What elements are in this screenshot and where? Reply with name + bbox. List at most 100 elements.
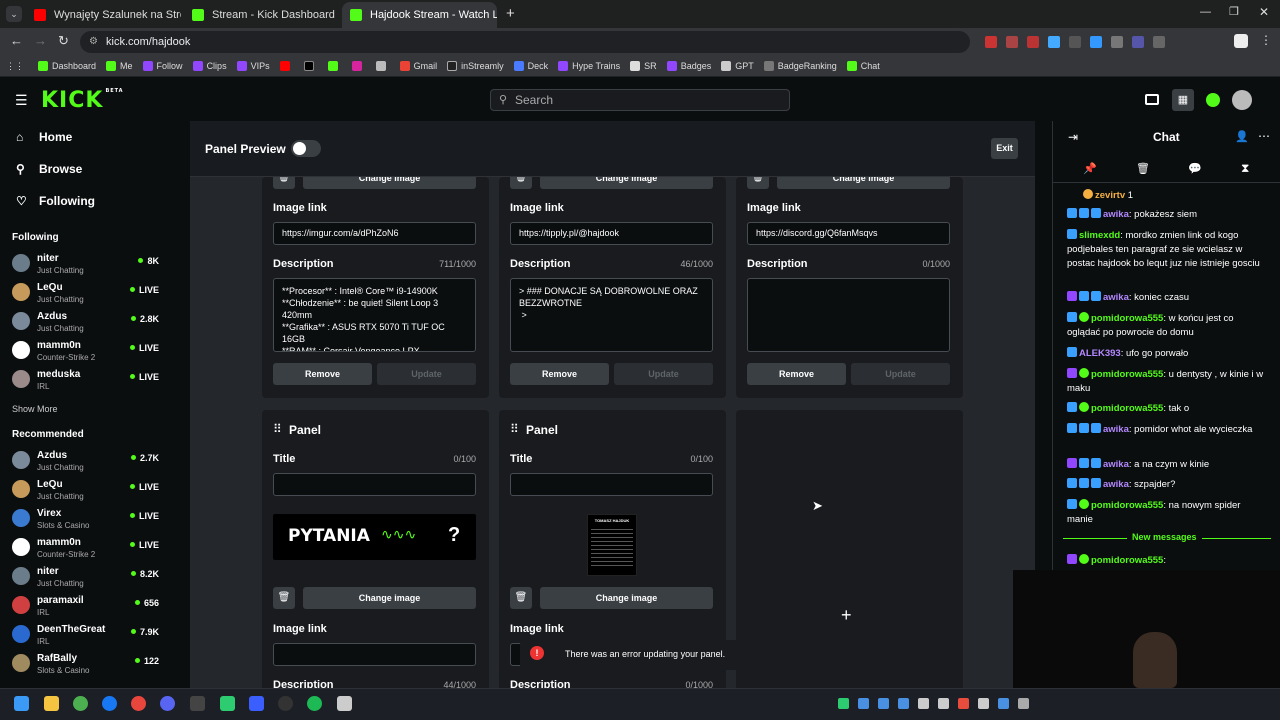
- bookmark-clips[interactable]: Clips: [192, 61, 227, 71]
- bookmark-badgeranking[interactable]: BadgeRanking: [763, 61, 837, 71]
- chrome-icon[interactable]: [131, 696, 146, 711]
- close-window-icon[interactable]: ✕: [1259, 5, 1269, 19]
- minimize-icon[interactable]: —: [1200, 6, 1211, 18]
- bookmark-instreamly[interactable]: inStreamly: [447, 61, 504, 71]
- exit-button[interactable]: Exit: [991, 138, 1018, 159]
- bookmark-hype-trains[interactable]: Hype Trains: [558, 61, 620, 71]
- tab-search-icon[interactable]: ⌄: [6, 6, 22, 22]
- image-link-input[interactable]: [273, 643, 476, 666]
- obs-icon[interactable]: [278, 696, 293, 711]
- search-input[interactable]: ⚲ Search: [490, 89, 790, 111]
- chat-username[interactable]: zevirtv: [1095, 190, 1125, 201]
- sidebar-channel[interactable]: paramaxil IRL 656: [12, 593, 184, 621]
- discord-icon[interactable]: [160, 696, 175, 711]
- delete-image-icon[interactable]: 🗑: [273, 587, 295, 609]
- address-bar[interactable]: ⚙ kick.com/hajdook: [80, 31, 970, 53]
- chat-username[interactable]: pomidorowa555: [1091, 403, 1163, 414]
- chat-username[interactable]: pomidorowa555: [1091, 369, 1163, 380]
- change-image-button[interactable]: Change image: [540, 587, 713, 609]
- title-input[interactable]: [510, 473, 713, 496]
- bookmark-badges[interactable]: Badges: [666, 61, 711, 71]
- sidebar-channel[interactable]: niter Just Chatting 8K: [12, 251, 184, 279]
- image-link-input[interactable]: https://discord.gg/Q6fanMsqvs: [747, 222, 950, 245]
- update-button[interactable]: Update: [851, 363, 950, 385]
- drag-handle-icon[interactable]: ⠿: [273, 422, 282, 436]
- nav-browse[interactable]: ⚲ Browse: [16, 162, 82, 176]
- chat-username[interactable]: awika: [1103, 424, 1129, 435]
- sidebar-channel[interactable]: DeenTheGreat IRL 7.9K: [12, 622, 184, 650]
- bookmark-youtube[interactable]: [279, 61, 294, 71]
- drag-handle-icon[interactable]: ⠿: [510, 422, 519, 436]
- chat-username[interactable]: pomidorowa555: [1091, 313, 1163, 324]
- remove-button[interactable]: Remove: [273, 363, 372, 385]
- bookmark-kick[interactable]: [327, 61, 342, 71]
- sidebar-channel[interactable]: Azdus Just Chatting 2.8K: [12, 309, 184, 337]
- remove-button[interactable]: Remove: [747, 363, 846, 385]
- description-textarea[interactable]: **Procesor** : Intel® Core™ i9-14900K **…: [273, 278, 476, 352]
- bookmark-gmail[interactable]: Gmail: [399, 61, 437, 71]
- stream-manager-icon[interactable]: [1145, 94, 1159, 105]
- chat-username[interactable]: pomidorowa555: [1091, 555, 1163, 566]
- browser-tab-dashboard[interactable]: Stream - Kick Dashboard ✕: [184, 2, 339, 28]
- add-panel-card[interactable]: +: [736, 410, 963, 700]
- browser-tab-stream[interactable]: Hajdook Stream - Watch Live o ✕: [342, 2, 497, 28]
- chat-username[interactable]: pomidorowa555: [1091, 500, 1163, 511]
- app-icon[interactable]: [249, 696, 264, 711]
- bookmark-follow[interactable]: Follow: [142, 61, 183, 71]
- chat-username[interactable]: awika: [1103, 209, 1129, 220]
- bookmark-instagram[interactable]: [351, 61, 366, 71]
- hamburger-menu-icon[interactable]: ☰: [15, 92, 28, 109]
- kick-channel-icon[interactable]: [1206, 93, 1220, 107]
- chat-username[interactable]: ALEK393: [1079, 348, 1121, 359]
- sidebar-channel[interactable]: meduska IRL LIVE: [12, 367, 184, 395]
- site-info-icon[interactable]: ⚙: [89, 31, 98, 53]
- bookmark-vips[interactable]: VIPs: [236, 61, 270, 71]
- image-link-input[interactable]: https://imgur.com/a/dPhZoN6: [273, 222, 476, 245]
- bookmark-deck[interactable]: Deck: [513, 61, 548, 71]
- kick-logo[interactable]: KICK BETA: [41, 88, 124, 113]
- browser-menu-icon[interactable]: ⋮: [1260, 33, 1272, 47]
- sidebar-channel[interactable]: mamm0n Counter-Strike 2 LIVE: [12, 338, 184, 366]
- reload-icon[interactable]: ↻: [58, 33, 69, 49]
- forward-icon[interactable]: →: [34, 33, 47, 48]
- bookmark-sr[interactable]: SR: [630, 61, 657, 71]
- trash-icon[interactable]: 🗑: [1136, 162, 1150, 175]
- user-avatar[interactable]: [1232, 90, 1252, 110]
- sidebar-channel[interactable]: LeQu Just Chatting LIVE: [12, 280, 184, 308]
- bookmark-gpt[interactable]: GPT: [721, 61, 754, 71]
- apps-icon[interactable]: ⋮⋮: [6, 61, 24, 72]
- spotify-icon[interactable]: [307, 696, 322, 711]
- chat-username[interactable]: awika: [1103, 292, 1129, 303]
- title-input[interactable]: [273, 473, 476, 496]
- chat-username[interactable]: awika: [1103, 459, 1129, 470]
- file-explorer-icon[interactable]: [44, 696, 59, 711]
- nav-home[interactable]: ⌂ Home: [16, 130, 72, 144]
- chat-more-icon[interactable]: ⋯: [1258, 129, 1270, 143]
- back-icon[interactable]: ←: [10, 33, 23, 48]
- sidebar-channel[interactable]: mamm0n Counter-Strike 2 LIVE: [12, 535, 184, 563]
- image-link-input[interactable]: https://tipply.pl/@hajdook: [510, 222, 713, 245]
- update-button[interactable]: Update: [377, 363, 476, 385]
- sidebar-channel[interactable]: RafBally Slots & Casino 122: [12, 651, 184, 679]
- extension-icons[interactable]: [985, 36, 1165, 48]
- delete-image-icon[interactable]: 🗑: [510, 587, 532, 609]
- app-icon[interactable]: [337, 696, 352, 711]
- pin-icon[interactable]: 📌: [1083, 162, 1097, 175]
- description-textarea[interactable]: > ### DONACJE SĄ DOBROWOLNE ORAZ BEZZWRO…: [510, 278, 713, 352]
- browser-tab-youtube[interactable]: Wynajęty Szalunek na Strop - U ✕: [26, 2, 181, 28]
- slow-mode-icon[interactable]: ⧗: [1241, 161, 1249, 176]
- maximize-icon[interactable]: ❐: [1229, 5, 1239, 18]
- sidebar-channel[interactable]: Virex Slots & Casino LIVE: [12, 506, 184, 534]
- bookmark-me[interactable]: Me: [106, 61, 133, 71]
- app-icon[interactable]: [190, 696, 205, 711]
- bookmark-chat[interactable]: Chat: [846, 61, 880, 71]
- message-icon[interactable]: 💬: [1188, 162, 1202, 175]
- close-tab-icon[interactable]: ✕: [335, 8, 339, 22]
- add-panel-plus-icon[interactable]: +: [841, 605, 852, 626]
- windows-start-icon[interactable]: [14, 696, 29, 711]
- update-button[interactable]: Update: [614, 363, 713, 385]
- collapse-chat-icon[interactable]: ⇥: [1068, 130, 1078, 144]
- profile-avatar[interactable]: [1234, 34, 1248, 48]
- panel-preview-toggle[interactable]: [291, 140, 321, 157]
- chrome-icon[interactable]: [73, 696, 88, 711]
